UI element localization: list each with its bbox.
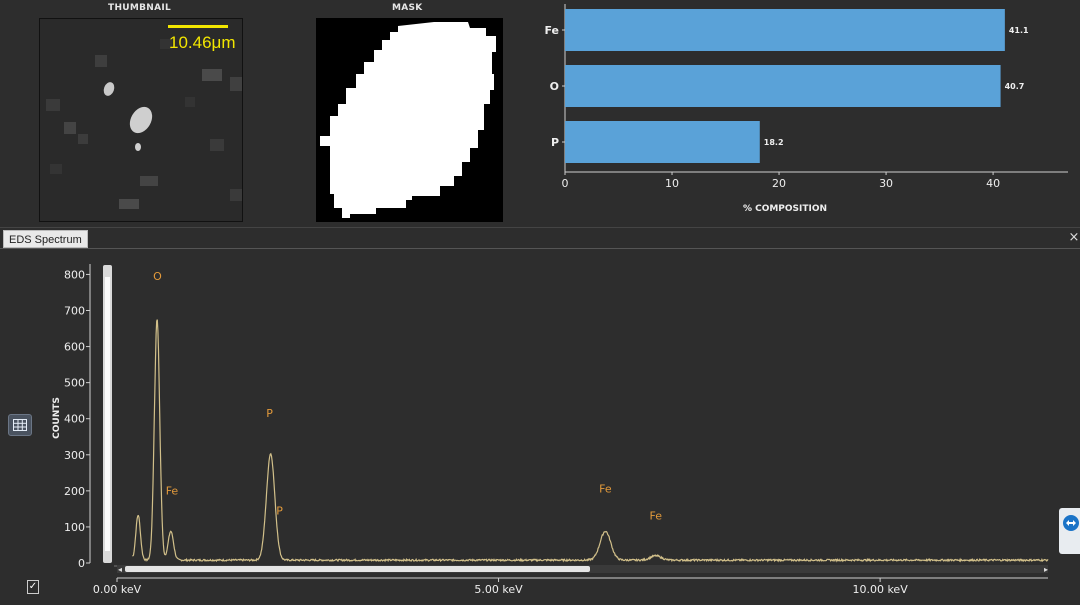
composition-x-axis-title: % COMPOSITION — [743, 204, 827, 214]
peak-label-o: O — [153, 270, 162, 283]
spectrum-y-tick-label: 800 — [64, 268, 85, 281]
composition-bar-o — [565, 65, 1001, 107]
mask-shape-svg — [320, 22, 496, 218]
composition-bar-fe — [565, 9, 1005, 51]
spectrum-y-tick-label: 700 — [64, 305, 85, 318]
side-panel-tab[interactable] — [1059, 508, 1080, 554]
tab-underline — [0, 248, 1080, 249]
composition-value-label: 41.1 — [1009, 26, 1029, 35]
peak-label-fe: Fe — [599, 483, 612, 496]
composition-category-label: Fe — [544, 24, 559, 37]
composition-x-tick-label: 10 — [665, 177, 679, 190]
spectrum-y-tick-label: 400 — [64, 413, 85, 426]
close-icon[interactable]: × — [1068, 230, 1080, 246]
spectrum-y-tick-label: 0 — [78, 557, 85, 570]
spectrum-y-tick-label: 100 — [64, 521, 85, 534]
thumbnail-caption: THUMBNAIL — [108, 3, 172, 13]
composition-category-label: P — [551, 136, 559, 149]
peak-label-fe: Fe — [650, 510, 663, 523]
spectrum-horizontal-scroll-thumb — [125, 566, 590, 572]
grid-icon — [13, 419, 27, 431]
composition-x-tick-label: 30 — [879, 177, 893, 190]
composition-x-tick-label: 40 — [986, 177, 1000, 190]
composition-bar-p — [565, 121, 760, 163]
panel-divider — [0, 227, 1080, 228]
composition-category-label: O — [550, 80, 559, 93]
composition-bar-chart: Fe 41.1 O 40.7 P 18.2 0 10 20 30 40 % COMPOSITION — [544, 4, 1068, 214]
spectrum-x-tick-label: 5.00 keV — [474, 583, 523, 596]
composition-value-label: 40.7 — [1005, 82, 1025, 91]
spectrum-x-tick-label: 0.00 keV — [93, 583, 142, 596]
spectrum-y-tick-label: 500 — [64, 377, 85, 390]
composition-x-tick-label: 20 — [772, 177, 786, 190]
eds-spectrum-chart: 0 100 200 300 400 500 600 700 800 COUNTS ◂ ▸ 0.00 ke… — [52, 264, 1049, 596]
scale-bar — [168, 25, 228, 28]
scroll-left-arrow: ◂ — [118, 565, 122, 574]
mask-image — [316, 18, 503, 222]
mask-caption: MASK — [392, 3, 423, 13]
scale-bar-label: 10.46μm — [169, 33, 236, 52]
composition-x-tick-label: 0 — [562, 177, 569, 190]
tab-eds-spectrum[interactable]: EDS Spectrum — [3, 230, 88, 248]
peak-label-fe: Fe — [166, 484, 179, 497]
spectrum-y-tick-label: 300 — [64, 449, 85, 462]
spectrum-y-tick-label: 600 — [64, 341, 85, 354]
composition-value-label: 18.2 — [764, 138, 784, 147]
remote-support-icon — [1063, 515, 1079, 531]
spectrum-x-tick-label: 10.00 keV — [852, 583, 908, 596]
spectrum-y-axis-title: COUNTS — [52, 397, 62, 439]
spectrum-line — [132, 319, 1049, 563]
spectrum-y-tick-label: 200 — [64, 485, 85, 498]
peak-label-p: P — [266, 407, 273, 420]
toggle-checkbox[interactable]: ✓ — [27, 580, 39, 594]
spectrum-vertical-scroll-thumb — [105, 277, 110, 551]
scroll-right-arrow: ▸ — [1044, 565, 1048, 574]
peak-label-p: P — [276, 504, 283, 517]
table-view-button[interactable] — [8, 414, 32, 436]
